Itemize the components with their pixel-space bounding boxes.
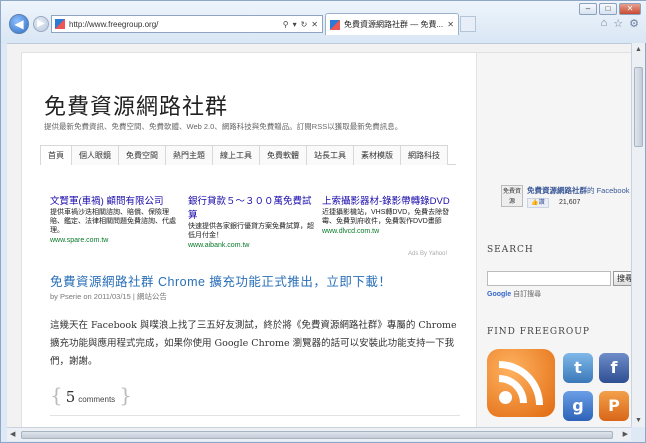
menu-item[interactable]: 網路科技: [400, 145, 448, 165]
scroll-right-icon[interactable]: ▶: [623, 430, 628, 438]
vertical-scroll-thumb[interactable]: [634, 67, 643, 147]
forward-button[interactable]: ▶: [33, 16, 49, 32]
browser-right-icons: ⌂ ☆ ⚙: [601, 17, 639, 30]
scroll-up-icon[interactable]: ▲: [635, 46, 642, 53]
tab-active[interactable]: 免費資源網路社群 — 免費... ✕: [325, 13, 459, 35]
address-text: http://www.freegroup.org/: [69, 19, 159, 29]
ads-by-label[interactable]: Ads By Yahoo!: [408, 251, 447, 257]
gear-icon[interactable]: ⚙: [629, 17, 639, 30]
menu-item[interactable]: 站長工具: [306, 145, 354, 165]
ad-item[interactable]: 文賢軍(車禍) 顧問有限公司 提供車禍沙迭相關諮詢、賠償、保險理賠、鑑定、法律相…: [50, 193, 180, 244]
facebook-icon[interactable]: f: [599, 353, 629, 383]
minimize-button[interactable]: –: [579, 3, 597, 15]
ad-url[interactable]: www.aibank.com.tw: [188, 242, 318, 249]
comment-count: 5: [65, 388, 76, 406]
scroll-down-icon[interactable]: ▼: [635, 417, 642, 424]
address-bar[interactable]: http://www.freegroup.org/ ⚲ ▾ ↻ ✕: [51, 15, 323, 33]
ad-block: 文賢軍(車禍) 顧問有限公司 提供車禍沙迭相關諮詢、賠償、保險理賠、鑑定、法律相…: [50, 193, 455, 251]
search-button[interactable]: 搜尋: [613, 271, 631, 286]
horizontal-scroll-thumb[interactable]: [21, 431, 613, 439]
ad-desc: 快速提供各家銀行優貸方案免費試算，超低月付金！: [188, 223, 314, 239]
ad-desc: 提供車禍沙迭相關諮詢、賠償、保險理賠、鑑定、法律相關問題免費諮詢、代處理。: [50, 209, 176, 234]
search-input[interactable]: [487, 271, 611, 286]
web-page: 免費資源網路社群 提供最新免費資訊、免費空間、免費軟體、Web 2.0、網路科技…: [21, 52, 631, 427]
ad-item[interactable]: 上索攝影器材-錄影帶轉錄DVD 近捷攝影機站，VHS轉DVD，免費去除發霉、免費…: [322, 193, 452, 235]
rss-icon[interactable]: [487, 349, 555, 417]
fb-page-title[interactable]: 免費資源網路社群: [527, 186, 587, 195]
ad-url[interactable]: www.dlvcd.com.tw: [322, 228, 452, 235]
post-title[interactable]: 免費資源網路社群 Chrome 擴充功能正式推出，立即下載！: [50, 271, 391, 290]
fb-like-button[interactable]: 👍讚: [527, 198, 549, 208]
horizontal-scrollbar[interactable]: ◀ ▶: [7, 427, 631, 441]
browser-toolbar: – □ ✕ ◀ ▶ http://www.freegroup.org/ ⚲ ▾ …: [1, 1, 646, 43]
ad-desc: 近捷攝影機站，VHS轉DVD，免費去除發霉、免費到府收件，免費製作DVD畫節: [322, 209, 450, 225]
close-button[interactable]: ✕: [619, 3, 641, 15]
stop-icon[interactable]: ✕: [311, 20, 318, 29]
fb-like-count: 21,607: [559, 199, 581, 206]
dropdown-icon[interactable]: ▾: [293, 20, 297, 29]
ad-title[interactable]: 上索攝影器材-錄影帶轉錄DVD: [322, 193, 452, 207]
new-tab-button[interactable]: [460, 16, 476, 32]
address-controls: ⚲ ▾ ↻ ✕: [283, 20, 322, 29]
search-icon[interactable]: ⚲: [283, 20, 289, 29]
refresh-icon[interactable]: ↻: [301, 20, 308, 29]
find-heading: FIND FREEGROUP: [487, 327, 590, 337]
arrow-right-icon: ▶: [37, 18, 45, 29]
menu-item-home[interactable]: 首頁: [40, 145, 72, 165]
google-custom-search-label: Google 自訂搜尋: [487, 291, 542, 298]
brace-open-icon: {: [50, 383, 63, 407]
post-body: 這幾天在 Facebook 與噗浪上找了三五好友測試，終於將《免費資源網路社群》…: [50, 320, 457, 367]
back-button[interactable]: ◀: [9, 14, 29, 34]
twitter-icon[interactable]: t: [563, 353, 593, 383]
post-divider: [50, 415, 460, 416]
comment-label: comments: [78, 395, 116, 404]
post-meta: by Pserie on 2011/03/15 | 網站公告: [50, 292, 167, 301]
fb-page-name[interactable]: 免費資源網路社群的 Facebook: [527, 185, 630, 196]
social-icons: t f g P: [485, 349, 631, 427]
window-controls: – □ ✕: [579, 3, 641, 15]
ad-title[interactable]: 文賢軍(車禍) 顧問有限公司: [50, 193, 180, 207]
ad-title[interactable]: 銀行貸款５～３００萬免費試算: [188, 193, 318, 221]
menu-item[interactable]: 熱門主題: [165, 145, 213, 165]
browser-window: – □ ✕ ◀ ▶ http://www.freegroup.org/ ⚲ ▾ …: [0, 0, 646, 443]
main-menu: 首頁 個人眼鏡 免費空間 熱門主題 線上工具 免費軟體 站長工具 素材模版 網路…: [40, 145, 456, 165]
plurk-icon[interactable]: P: [599, 391, 629, 421]
thumbs-up-icon: 👍: [531, 200, 539, 206]
menu-item[interactable]: 免費軟體: [259, 145, 307, 165]
page-viewport[interactable]: 免費資源網路社群 提供最新免費資訊、免費空間、免費軟體、Web 2.0、網路科技…: [7, 43, 631, 427]
menu-item[interactable]: 線上工具: [212, 145, 260, 165]
scroll-left-icon[interactable]: ◀: [10, 430, 15, 438]
ad-item[interactable]: 銀行貸款５～３００萬免費試算 快速提供各家銀行優貸方案免費試算，超低月付金！ w…: [188, 193, 318, 249]
menu-item[interactable]: 個人眼鏡: [71, 145, 119, 165]
sidebar: 免費資源 免費資源網路社群的 Facebook 👍讚 21,607 SEARCH…: [476, 53, 631, 427]
site-favicon-icon: [55, 19, 65, 29]
home-icon[interactable]: ⌂: [601, 17, 608, 30]
site-tagline: 提供最新免費資訊、免費空間、免費軟體、Web 2.0、網路科技與免費贈品。訂閱R…: [44, 122, 403, 131]
vertical-scrollbar[interactable]: ▲ ▼: [631, 43, 645, 427]
fb-page-suffix: 的 Facebook: [587, 186, 630, 195]
search-heading: SEARCH: [487, 245, 534, 255]
arrow-left-icon: ◀: [14, 17, 24, 31]
menu-item[interactable]: 免費空間: [118, 145, 166, 165]
google-logo: Google: [487, 291, 512, 298]
favorites-star-icon[interactable]: ☆: [613, 17, 623, 30]
maximize-button[interactable]: □: [599, 3, 617, 15]
site-title[interactable]: 免費資源網路社群: [44, 89, 228, 121]
brace-close-icon: }: [119, 383, 132, 407]
ad-url[interactable]: www.spare.com.tw: [50, 237, 180, 244]
comments-link[interactable]: { 5 comments }: [50, 383, 132, 407]
google-plus-icon[interactable]: g: [563, 391, 593, 421]
menu-item[interactable]: 素材模版: [353, 145, 401, 165]
fb-page-logo[interactable]: 免費資源: [501, 185, 523, 207]
tab-close-icon[interactable]: ✕: [447, 20, 458, 29]
tab-favicon-icon: [330, 19, 340, 30]
tab-title: 免費資源網路社群 — 免費...: [344, 20, 444, 29]
